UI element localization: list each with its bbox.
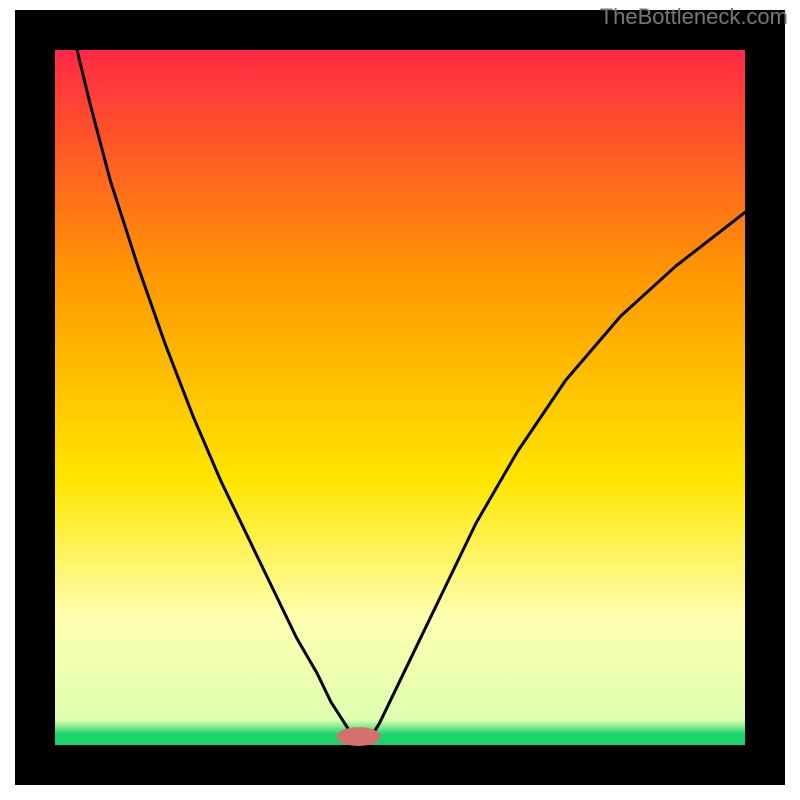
vertex-marker [337, 727, 381, 746]
gradient-background [55, 30, 745, 745]
watermark-text: TheBottleneck.com [600, 4, 788, 30]
bottleneck-chart: TheBottleneck.com [0, 0, 800, 800]
chart-svg [0, 0, 800, 800]
